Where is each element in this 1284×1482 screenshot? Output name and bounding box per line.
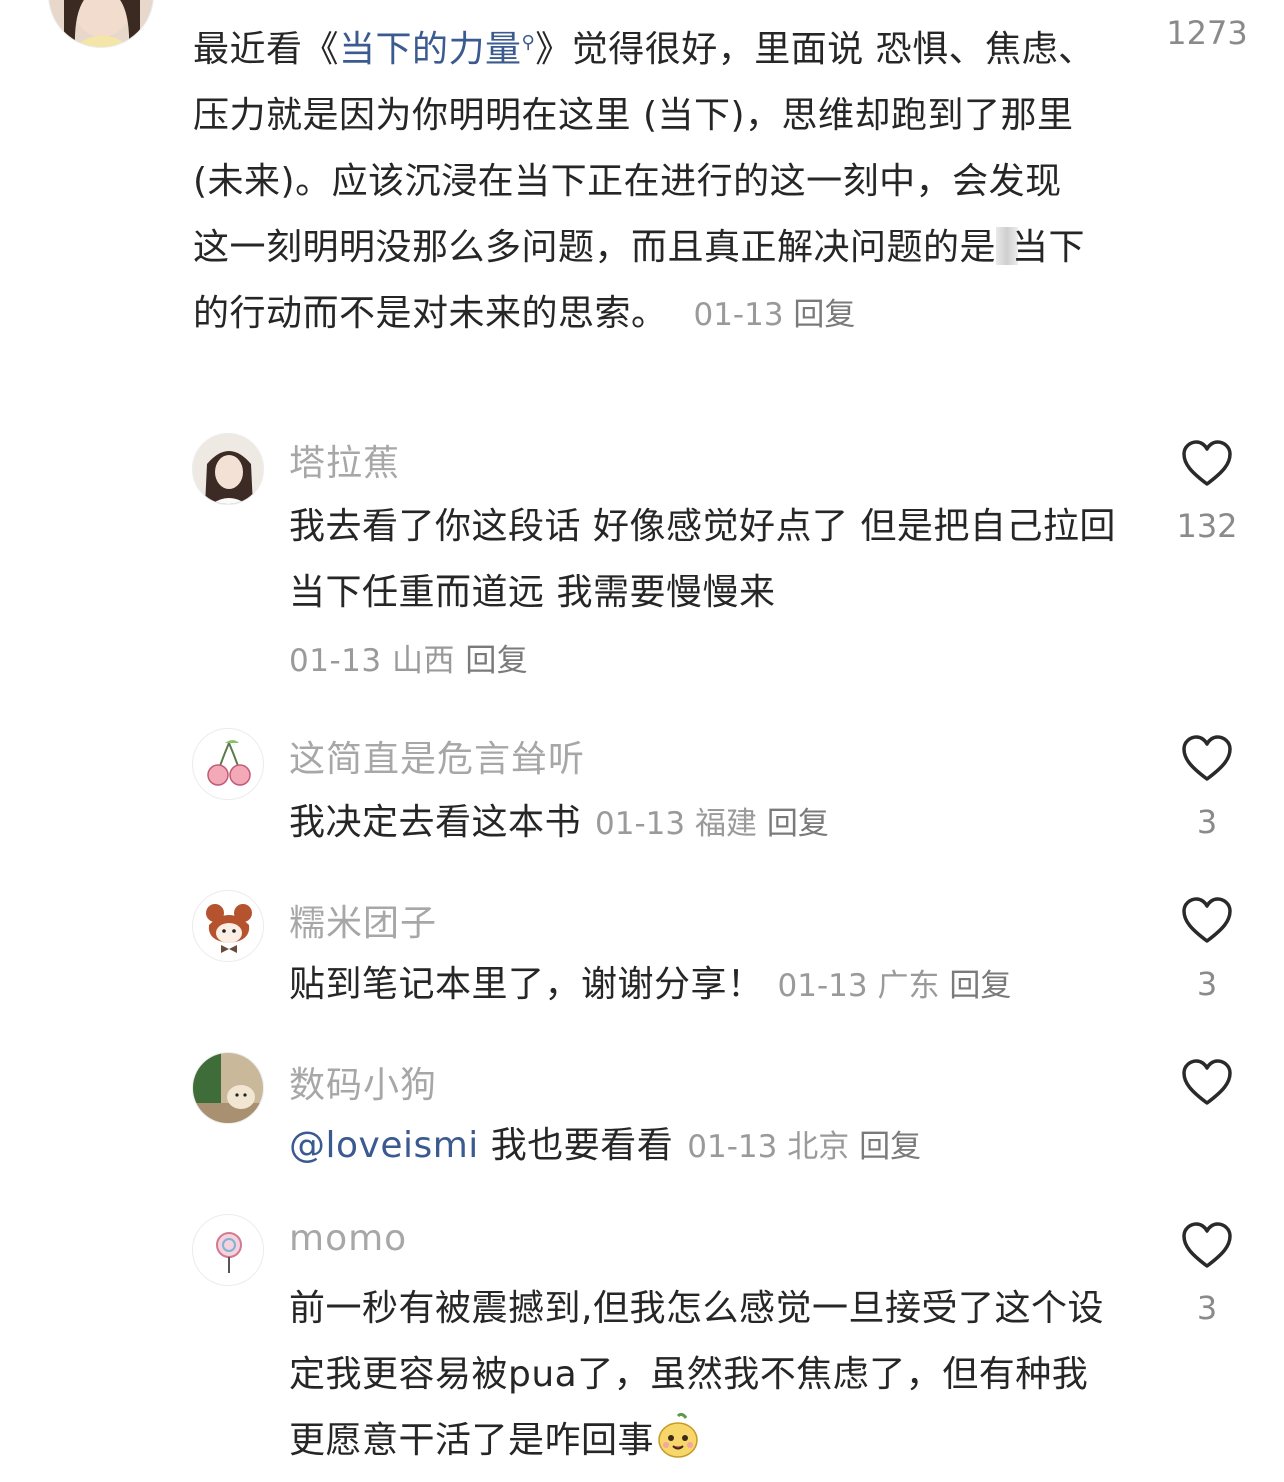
reply-text: 我决定去看这本书 01-13 福建 回复 [289,802,829,843]
like-count: 3 [1196,965,1218,1003]
heart-outline-icon [1182,897,1232,943]
mention-link[interactable]: @loveismi [289,1125,479,1166]
like-count: 3 [1196,803,1218,841]
like-count: 1273 [1166,14,1248,52]
like-count: 3 [1196,1289,1218,1327]
reply-text: 我去看了你这段话 好像感觉好点了 但是把自己拉回当下任重而道远 我需要慢慢来 [289,506,1116,613]
smiling-face-emoji [654,1412,702,1460]
like-count: 132 [1176,507,1238,545]
like-button[interactable] [1181,440,1233,488]
like-button[interactable] [1181,735,1233,783]
like-button[interactable] [1181,897,1233,945]
reply-button[interactable]: 回复 [859,1129,921,1165]
reply-username[interactable]: 数码小狗 [289,1056,437,1108]
comment-meta: 01-13 广东 回复 [777,968,1012,1004]
heart-outline-icon [1182,1059,1232,1105]
reply-username[interactable]: momo [289,1218,407,1259]
reply-meta: 01-13 山西 回复 [289,643,529,679]
avatar[interactable] [192,433,264,505]
heart-outline-icon [1182,735,1232,781]
like-button[interactable] [1181,1059,1233,1107]
reply-username[interactable]: 这简直是危言耸听 [289,730,585,782]
reply-button[interactable]: 回复 [465,643,528,679]
heart-outline-icon [1182,440,1232,486]
comment-meta: 01-13 回复 [693,297,856,333]
comment-meta: 01-13 北京 回复 [687,1129,922,1165]
reply-text: 前一秒有被震撼到,但我怎么感觉一旦接受了这个设定我更容易被pua了，虽然我不焦虑… [289,1288,1104,1461]
reply-text: 贴到笔记本里了，谢谢分享！ 01-13 广东 回复 [289,964,1012,1005]
reply-text: @loveismi 我也要看看 01-13 北京 回复 [289,1125,922,1166]
main-comment-text: 最近看《当下的力量⚲》觉得很好，里面说 恐惧、焦虑、压力就是因为你明明在这里 (… [193,29,1095,334]
comment-meta: 01-13 福建 回复 [595,806,829,842]
avatar[interactable] [48,0,154,48]
avatar[interactable] [192,1214,264,1286]
avatar[interactable] [192,1052,264,1124]
like-button[interactable] [1181,1222,1233,1270]
reply-username[interactable]: 糯米团子 [289,894,437,946]
reply-username[interactable]: 塔拉蕉 [289,434,400,486]
reply-button[interactable]: 回复 [949,968,1011,1004]
reply-button[interactable]: 回复 [767,806,829,842]
book-title-link[interactable]: 当下的力量⚲ [339,29,535,70]
avatar[interactable] [192,728,264,800]
reply-button[interactable]: 回复 [793,297,855,333]
search-icon[interactable]: ⚲ [522,32,536,53]
heart-outline-icon [1182,1222,1232,1268]
avatar[interactable] [192,890,264,962]
